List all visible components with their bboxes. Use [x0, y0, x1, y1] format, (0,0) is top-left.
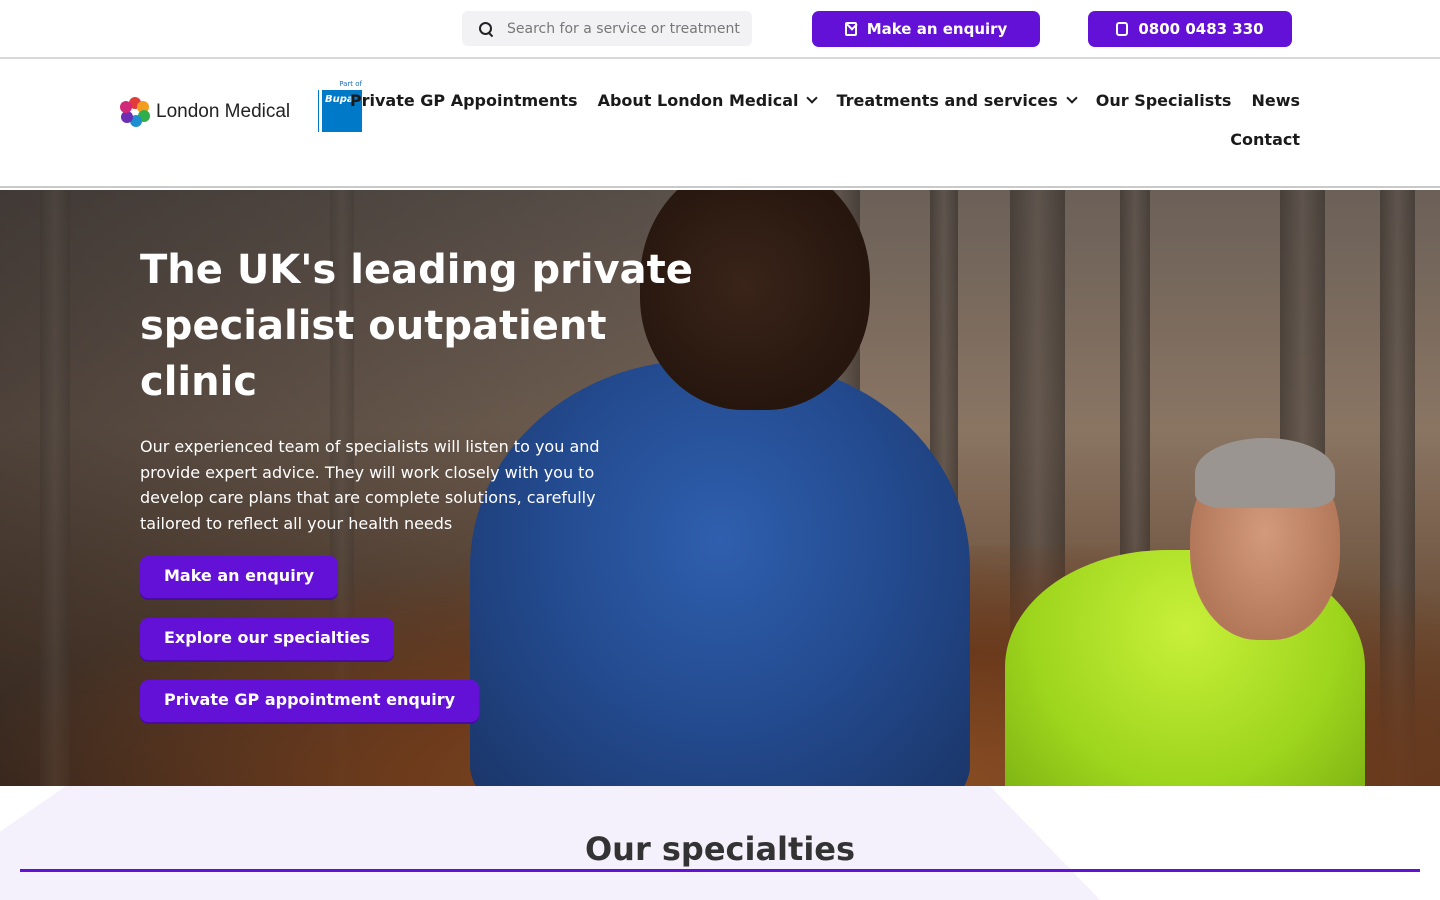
nav-news[interactable]: News [1251, 91, 1300, 110]
gp-enquiry-button[interactable]: Private GP appointment enquiry [140, 680, 480, 723]
hero-title: The UK's leading private specialist outp… [140, 247, 693, 405]
envelope-icon [844, 22, 857, 36]
nav-about[interactable]: About London Medical [597, 90, 819, 110]
chevron-down-icon [806, 91, 819, 104]
specialties-heading: Our specialties [584, 830, 856, 868]
phone-button[interactable]: 0800 0483 330 [1088, 11, 1292, 47]
explore-specialties-button[interactable]: Explore our specialties [140, 618, 394, 661]
nav-label: Contact [1230, 129, 1300, 149]
hero-enquiry-button[interactable]: Make an enquiry [140, 556, 338, 599]
flower-logo-icon [120, 97, 150, 127]
search-icon[interactable] [479, 21, 493, 36]
nav-label: Our Specialists [1095, 90, 1232, 110]
logo-text: London Medical [156, 101, 291, 122]
specialties-section: Our specialties [0, 786, 1440, 900]
hero-banner: The UK's leading private specialist outp… [0, 190, 1440, 786]
utility-bar: Make an enquiry 0800 0483 330 [0, 0, 1440, 59]
nav-contact[interactable]: Contact [1230, 130, 1300, 149]
nav-private-gp[interactable]: Private GP Appointments [350, 91, 578, 110]
nav-treatments[interactable]: Treatments and services [836, 90, 1078, 110]
nav-label: News [1251, 90, 1300, 110]
phone-icon [1116, 22, 1129, 36]
search-input[interactable] [507, 20, 743, 37]
chevron-down-icon [1066, 91, 1078, 104]
hero-content: The UK's leading private specialist outp… [140, 242, 720, 723]
nav-label: About London Medical [597, 90, 799, 110]
make-enquiry-button[interactable]: Make an enquiry [812, 11, 1040, 47]
make-enquiry-label: Make an enquiry [866, 20, 1008, 38]
site-header: London Medical Part of Bupa Private GP A… [0, 60, 1440, 188]
nav-specialists[interactable]: Our Specialists [1096, 91, 1232, 110]
search-box[interactable] [462, 11, 752, 46]
nav-label: Private GP Appointments [349, 90, 578, 110]
nav-label: Treatments and services [836, 90, 1058, 110]
phone-number: 0800 0483 330 [1138, 20, 1264, 38]
partner-caption: Part of [339, 80, 362, 88]
site-logo[interactable]: London Medical Part of Bupa [120, 80, 362, 134]
hero-description: Our experienced team of specialists will… [140, 437, 600, 533]
section-divider [20, 869, 1420, 872]
main-navigation: Private GP Appointments About London Med… [350, 88, 1300, 151]
